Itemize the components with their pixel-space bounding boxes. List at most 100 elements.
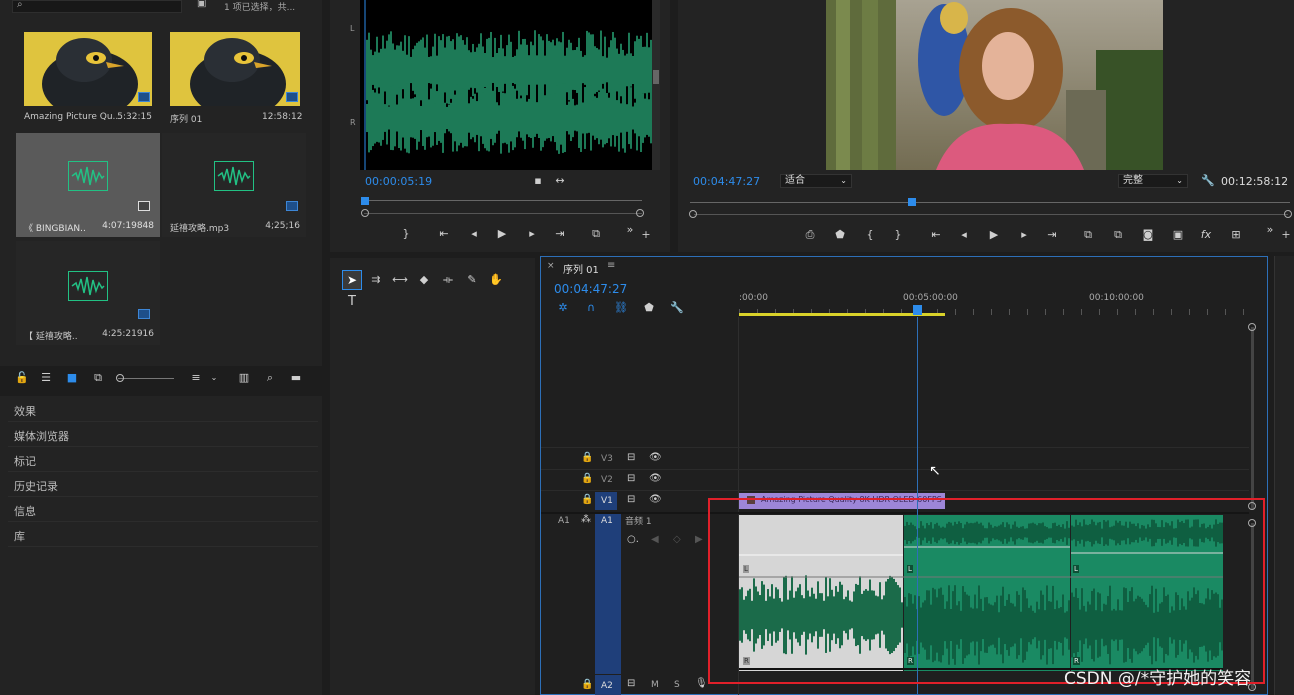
list-view-icon[interactable]: ☰ bbox=[38, 372, 54, 384]
wrench-icon[interactable]: 🔧 bbox=[1200, 175, 1216, 187]
eye-icon[interactable]: 👁 bbox=[649, 473, 662, 484]
video-vertical-scrollbar[interactable] bbox=[1251, 327, 1254, 509]
scroll-start-handle[interactable] bbox=[689, 210, 697, 218]
next-keyframe-icon[interactable]: ▶ bbox=[695, 534, 703, 545]
track-label[interactable]: V1 bbox=[601, 496, 613, 506]
bin-filter-icon[interactable]: ▣ bbox=[197, 0, 206, 9]
track-select-icon[interactable]: ⇉ bbox=[368, 274, 384, 286]
play-icon[interactable]: ▶ bbox=[494, 228, 510, 240]
close-tab-icon[interactable]: × bbox=[547, 261, 555, 271]
zoom-slider-handle[interactable] bbox=[116, 374, 124, 382]
source-playhead[interactable] bbox=[361, 197, 369, 205]
insert-icon[interactable]: ▪ bbox=[530, 175, 546, 187]
mark-out-icon[interactable]: } bbox=[398, 228, 414, 240]
ripple-edit-icon[interactable]: ⟷ bbox=[392, 274, 408, 286]
insert-clip-icon[interactable]: ⧉ bbox=[588, 228, 604, 240]
scroll-start-handle[interactable] bbox=[361, 209, 369, 217]
panel-effects[interactable]: 效果 bbox=[8, 398, 318, 422]
chevron-down-icon[interactable]: ⌄ bbox=[206, 372, 222, 384]
project-item-amazing-picture[interactable]: Amazing Picture Qu.. 5:32:15 bbox=[16, 24, 160, 128]
project-item-yanxi[interactable]: 【 延禧攻略.. 4:25:21916 bbox=[16, 241, 160, 345]
icon-view-icon[interactable]: ■ bbox=[64, 372, 80, 384]
program-scrollbar[interactable] bbox=[694, 214, 1288, 215]
go-to-in-icon[interactable]: ⇤ bbox=[928, 229, 944, 241]
mute-button[interactable]: M bbox=[651, 680, 659, 690]
comparison-view-icon[interactable]: ▣ bbox=[1170, 229, 1186, 241]
export-frame-icon[interactable]: ⎙ bbox=[802, 229, 818, 241]
track-label[interactable]: V2 bbox=[601, 475, 613, 485]
nest-icon[interactable]: ✲ bbox=[555, 302, 571, 314]
more-icon[interactable]: » bbox=[622, 224, 638, 236]
mark-out-icon[interactable]: } bbox=[890, 229, 906, 241]
lock-icon[interactable]: 🔒 bbox=[581, 679, 593, 690]
selection-tool-icon[interactable]: ➤ bbox=[342, 270, 362, 290]
track-label[interactable]: A2 bbox=[601, 681, 613, 691]
lift-icon[interactable]: ⧉ bbox=[1080, 229, 1096, 241]
timeline-playhead-handle[interactable] bbox=[913, 305, 922, 315]
source-time-ruler[interactable] bbox=[364, 200, 642, 201]
drag-audio-icon[interactable]: ↔ bbox=[552, 175, 568, 187]
more-icon[interactable]: » bbox=[1262, 224, 1278, 236]
solo-button[interactable]: S bbox=[674, 680, 680, 690]
quality-dropdown[interactable]: 完整 ⌄ bbox=[1118, 174, 1188, 188]
step-forward-icon[interactable]: ▸ bbox=[1016, 229, 1032, 241]
project-item-mp3[interactable]: 延禧攻略.mp3 4;25;16 bbox=[162, 133, 306, 237]
camera-icon[interactable]: ◙ bbox=[1140, 229, 1156, 241]
step-back-icon[interactable]: ◂ bbox=[466, 228, 482, 240]
timeline-timecode[interactable]: 00:04:47:27 bbox=[554, 282, 627, 296]
go-to-out-icon[interactable]: ⇥ bbox=[552, 228, 568, 240]
track-label[interactable]: V3 bbox=[601, 454, 613, 464]
project-item-sequence[interactable]: 序列 01 12:58:12 bbox=[162, 24, 306, 128]
new-bin-icon[interactable]: ▬ bbox=[288, 372, 304, 384]
lock-icon[interactable]: 🔒 bbox=[581, 473, 593, 484]
panel-media-browser[interactable]: 媒体浏览器 bbox=[8, 423, 318, 447]
fit-dropdown[interactable]: 适合 ⌄ bbox=[780, 174, 852, 188]
scroll-end-handle[interactable] bbox=[1284, 210, 1292, 218]
eye-icon[interactable]: 👁 bbox=[649, 494, 662, 505]
lock-icon[interactable]: 🔓 bbox=[14, 372, 30, 384]
razor-icon[interactable]: ◆ bbox=[416, 274, 432, 286]
eye-icon[interactable]: 👁 bbox=[649, 452, 662, 463]
sync-lock-icon[interactable]: ⊟ bbox=[627, 452, 635, 463]
source-patch-a1[interactable]: A1 bbox=[558, 516, 570, 526]
hand-tool-icon[interactable]: ✋ bbox=[488, 274, 504, 286]
sequence-tab[interactable]: 序列 01 bbox=[563, 261, 599, 276]
sync-lock-icon[interactable]: ⊟ bbox=[627, 494, 635, 505]
source-timecode[interactable]: 00:00:05:19 bbox=[365, 175, 432, 188]
tab-menu-icon[interactable]: ≡ bbox=[607, 260, 615, 271]
extract-icon[interactable]: ⧉ bbox=[1110, 229, 1126, 241]
project-search-bar[interactable]: ⌕ bbox=[12, 0, 182, 13]
linked-selection-icon[interactable]: ⛓ bbox=[613, 302, 629, 314]
program-playhead[interactable] bbox=[908, 198, 916, 206]
microphone-icon[interactable]: 🎙 bbox=[695, 678, 708, 689]
fx-icon[interactable]: fx bbox=[1198, 229, 1214, 241]
panel-libraries[interactable]: 库 bbox=[8, 523, 318, 547]
go-to-out-icon[interactable]: ⇥ bbox=[1044, 229, 1060, 241]
program-time-ruler[interactable] bbox=[690, 202, 1290, 203]
type-tool-icon[interactable]: T bbox=[344, 295, 360, 308]
program-timecode[interactable]: 00:04:47:27 bbox=[693, 175, 760, 188]
panel-info[interactable]: 信息 bbox=[8, 498, 318, 522]
search-input[interactable] bbox=[31, 1, 179, 12]
sync-lock-icon[interactable]: ⊟ bbox=[627, 473, 635, 484]
add-keyframe-icon[interactable]: ◇ bbox=[673, 534, 681, 545]
prev-keyframe-icon[interactable]: ◀ bbox=[651, 534, 659, 545]
vr-icon[interactable]: ⊞ bbox=[1228, 229, 1244, 241]
add-button-icon[interactable]: + bbox=[638, 229, 654, 241]
project-item-bingbian[interactable]: 《 BINGBIAN.. 4:07:19848 bbox=[16, 133, 160, 237]
keyframe-icon[interactable]: ○. bbox=[627, 534, 639, 545]
timeline-settings-icon[interactable]: 🔧 bbox=[669, 302, 685, 314]
panel-history[interactable]: 历史记录 bbox=[8, 473, 318, 497]
sort-icon[interactable]: ≡ bbox=[188, 372, 204, 384]
find-icon[interactable]: ⌕ bbox=[262, 372, 278, 384]
lock-icon[interactable]: 🔒 bbox=[581, 452, 593, 463]
track-label[interactable]: A1 bbox=[601, 516, 613, 526]
scroll-handle[interactable] bbox=[1248, 323, 1256, 331]
zoom-slider[interactable] bbox=[118, 378, 174, 379]
snap-icon[interactable]: ∩ bbox=[583, 302, 599, 314]
step-back-icon[interactable]: ◂ bbox=[956, 229, 972, 241]
add-marker-icon[interactable]: ⬟ bbox=[641, 302, 657, 314]
step-forward-icon[interactable]: ▸ bbox=[524, 228, 540, 240]
pen-tool-icon[interactable]: ✎ bbox=[464, 274, 480, 286]
scroll-end-handle[interactable] bbox=[636, 209, 644, 217]
